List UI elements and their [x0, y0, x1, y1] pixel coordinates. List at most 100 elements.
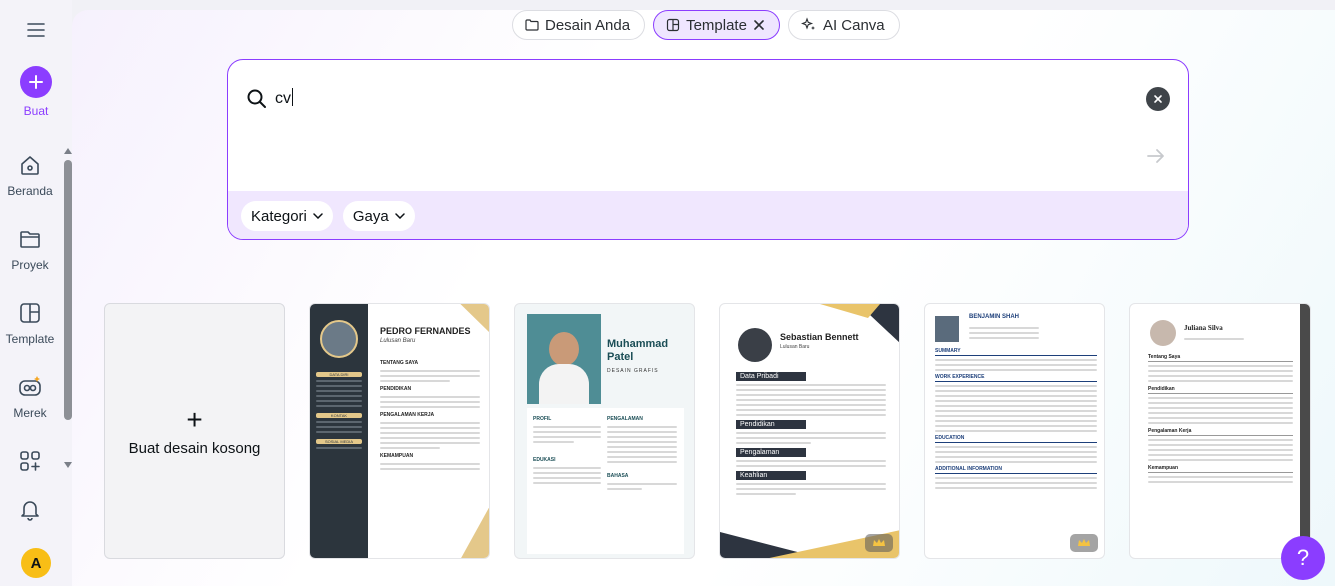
- template-card[interactable]: Sebastian Bennett Lulusan Baru Data Prib…: [719, 303, 900, 559]
- apps-icon: [20, 451, 40, 471]
- search-scope-tabs: Desain Anda Template AI Canva: [512, 10, 900, 40]
- folder-icon: [20, 231, 40, 248]
- cv-section-heading: Pengalaman: [736, 448, 806, 457]
- main-panel: Desain Anda Template AI Canva cv Kategor…: [72, 10, 1335, 586]
- cv-name: Juliana Silva: [1184, 324, 1223, 332]
- sidebar: Buat Beranda Proyek Template Merek A: [0, 0, 72, 586]
- cv-subtitle: Lulusan Baru: [780, 344, 810, 350]
- cv-section-heading: EDUCATION: [935, 435, 1097, 443]
- cv-section-heading: EDUKASI: [533, 457, 556, 463]
- search-input-value: cv: [275, 90, 291, 107]
- cv-name: Sebastian Bennett: [780, 332, 859, 342]
- template-card[interactable]: BENJAMIN SHAH SUMMARY WORK EXPERIENCE ED…: [924, 303, 1105, 559]
- sidebar-item-label: Proyek: [11, 258, 49, 272]
- cv-section-heading: TENTANG SAYA: [380, 360, 419, 366]
- search-input[interactable]: cv: [275, 88, 293, 108]
- submit-search-button[interactable]: [1136, 138, 1176, 174]
- cv-section-heading: PENGALAMAN: [607, 416, 643, 422]
- create-label: Buat: [23, 104, 49, 118]
- cv-name: BENJAMIN SHAH: [969, 314, 1020, 320]
- filter-category-dropdown[interactable]: Kategori: [241, 201, 333, 231]
- cv-section-heading: SUMMARY: [935, 348, 1097, 356]
- search-box: cv Kategori Gaya: [227, 59, 1189, 240]
- sidebar-item-label: Template: [5, 332, 55, 346]
- plus-icon: +: [186, 403, 203, 435]
- cv-section-heading: KEMAMPUAN: [380, 453, 414, 459]
- sidebar-scrollbar[interactable]: [62, 146, 72, 468]
- cv-body: Tentang Saya Pendidikan Pengalaman Kerja…: [1148, 354, 1293, 486]
- cv-subtitle: Lulusan Baru: [380, 338, 416, 344]
- help-button[interactable]: ?: [1281, 536, 1325, 580]
- tab-ai-canva[interactable]: AI Canva: [787, 10, 900, 40]
- apps-button[interactable]: [0, 448, 60, 480]
- cv-section-heading: Pendidikan: [736, 420, 806, 429]
- cv-section-heading: Pengalaman Kerja: [1148, 428, 1293, 436]
- sidebar-item-templates[interactable]: Template: [0, 300, 60, 346]
- folder-icon: [525, 19, 539, 31]
- cv-section-heading: WORK EXPERIENCE: [935, 374, 1097, 382]
- cv-body: Data Pribadi Pendidikan Pengalaman Keahl…: [736, 372, 886, 498]
- profile-photo: [527, 314, 601, 404]
- create-blank-label: Buat desain kosong: [128, 439, 261, 457]
- cv-section-heading: KONTAK: [316, 413, 362, 418]
- cv-section-heading: ADDITIONAL INFORMATION: [935, 466, 1097, 474]
- filter-style-dropdown[interactable]: Gaya: [342, 201, 415, 231]
- template-card[interactable]: Juliana Silva Tentang Saya Pendidikan Pe…: [1129, 303, 1311, 559]
- template-card[interactable]: Muhammad Patel DESAIN GRAFIS PROFIL EDUK…: [514, 303, 695, 559]
- cv-section-heading: Tentang Saya: [1148, 354, 1293, 362]
- search-filters: Kategori Gaya: [228, 191, 1188, 239]
- close-icon[interactable]: [753, 19, 765, 31]
- sidebar-item-label: Beranda: [7, 184, 53, 198]
- create-button[interactable]: [20, 66, 52, 98]
- menu-icon[interactable]: [24, 18, 48, 42]
- scroll-down-arrow-icon[interactable]: [64, 462, 72, 468]
- sidebar-item-label: Merek: [13, 406, 47, 420]
- cv-section-heading: Keahlian: [736, 471, 806, 480]
- profile-photo: [1150, 320, 1176, 346]
- tab-label: Template: [686, 16, 747, 34]
- clear-search-button[interactable]: [1146, 87, 1170, 111]
- avatar[interactable]: A: [21, 548, 51, 578]
- cv-body: TENTANG SAYA PENDIDIKAN PENGALAMAN KERJA…: [380, 360, 480, 473]
- scroll-up-arrow-icon[interactable]: [64, 148, 72, 154]
- cv-body: PROFIL EDUKASI PENGALAMAN BAHASA: [527, 408, 684, 554]
- bell-icon: [21, 501, 39, 521]
- home-icon: [21, 156, 39, 175]
- sidebar-item-brand[interactable]: Merek: [0, 374, 60, 420]
- cv-section-heading: Pendidikan: [1148, 386, 1293, 394]
- cv-section-heading: SOSIAL MEDIA: [316, 439, 362, 444]
- sidebar-item-home[interactable]: Beranda: [0, 152, 60, 198]
- create-blank-design-card[interactable]: + Buat desain kosong: [104, 303, 285, 559]
- cv-section-heading: PROFIL: [533, 416, 552, 422]
- search-icon: [247, 89, 266, 108]
- cv-section-heading: PENGALAMAN KERJA: [380, 412, 435, 418]
- profile-photo: [738, 328, 772, 362]
- cv-section-heading: PENDIDIKAN: [380, 386, 412, 392]
- premium-crown-icon: [1070, 534, 1098, 552]
- cv-section-heading: Data Pribadi: [736, 372, 806, 381]
- tab-label: AI Canva: [822, 16, 885, 34]
- chevron-down-icon: [313, 213, 323, 219]
- scroll-thumb[interactable]: [64, 160, 72, 420]
- brand-icon: [19, 376, 41, 396]
- tab-label: Desain Anda: [545, 16, 631, 34]
- cv-name-line2: Patel: [607, 351, 634, 363]
- close-icon: [1154, 95, 1162, 103]
- template-card[interactable]: PEDRO FERNANDES Lulusan Baru TENTANG SAY…: [309, 303, 490, 559]
- sidebar-item-projects[interactable]: Proyek: [0, 226, 60, 272]
- profile-photo: [320, 320, 358, 358]
- cv-sidebar: DATA DIRI KONTAK SOSIAL MEDIA: [316, 372, 362, 452]
- cv-subtitle: DESAIN GRAFIS: [607, 368, 659, 374]
- premium-crown-icon: [865, 534, 893, 552]
- template-icon: [20, 303, 40, 323]
- cv-name-line1: Muhammad: [607, 338, 669, 350]
- text-cursor: [292, 88, 293, 106]
- tab-templates[interactable]: Template: [653, 10, 780, 40]
- sparkle-icon: [800, 17, 815, 30]
- tab-your-designs[interactable]: Desain Anda: [512, 10, 646, 40]
- filter-label: Kategori: [251, 207, 307, 225]
- cv-name: PEDRO FERNANDES: [380, 326, 471, 336]
- notifications-button[interactable]: [0, 496, 60, 528]
- cv-section-heading: Kemampuan: [1148, 465, 1293, 473]
- chevron-down-icon: [394, 213, 405, 219]
